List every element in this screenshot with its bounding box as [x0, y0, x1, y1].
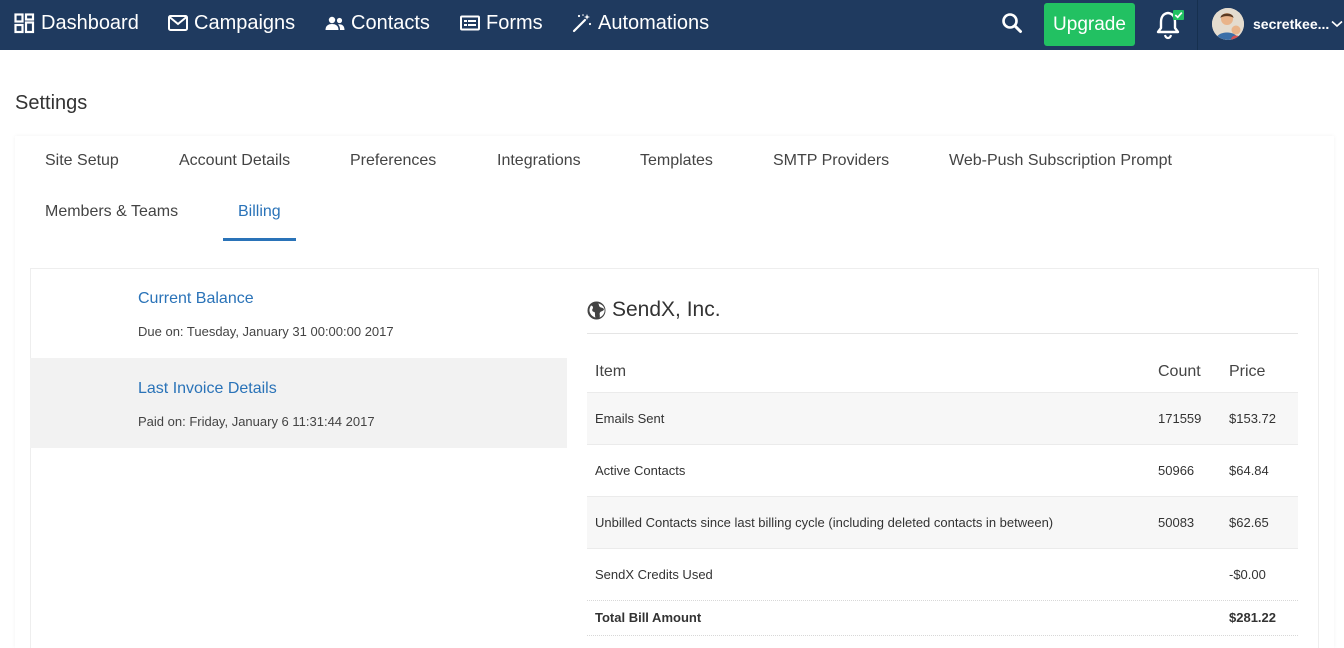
table-row: SendX Credits Used -$0.00 — [587, 549, 1298, 601]
row-count: 50966 — [1158, 463, 1195, 478]
globe-icon — [587, 301, 612, 320]
top-nav: Dashboard Campaigns Contacts Forms Autom… — [0, 0, 1344, 50]
current-balance-title: Current Balance — [138, 290, 254, 307]
tab-web-push-subscription-prompt[interactable]: Web-Push Subscription Prompt — [949, 152, 1172, 170]
tab-preferences[interactable]: Preferences — [350, 152, 436, 170]
table-row: Emails Sent 171559 $153.72 — [587, 393, 1298, 445]
table-row: Unbilled Contacts since last billing cyc… — [587, 497, 1298, 549]
last-invoice-paid-date: Paid on: Friday, January 6 11:31:44 2017 — [138, 414, 375, 429]
magic-wand-icon — [572, 13, 598, 33]
tab-site-setup[interactable]: Site Setup — [45, 152, 119, 170]
notifications-bell-icon[interactable] — [1153, 8, 1187, 42]
upgrade-button[interactable]: Upgrade — [1044, 3, 1135, 46]
nav-dashboard-label: Dashboard — [41, 11, 139, 34]
total-row: Total Bill Amount $281.22 — [587, 601, 1298, 635]
dashboard-icon — [14, 12, 41, 34]
col-header-price: Price — [1229, 363, 1266, 380]
nav-campaigns[interactable]: Campaigns — [168, 0, 295, 46]
row-price: $62.65 — [1229, 515, 1269, 530]
nav-dashboard[interactable]: Dashboard — [14, 0, 139, 46]
people-icon — [325, 15, 351, 31]
col-header-count: Count — [1158, 363, 1201, 380]
row-price: $153.72 — [1229, 411, 1276, 426]
nav-forms[interactable]: Forms — [460, 0, 543, 46]
row-item: Unbilled Contacts since last billing cyc… — [595, 515, 1054, 530]
tab-integrations[interactable]: Integrations — [497, 152, 581, 170]
row-item: Active Contacts — [595, 463, 686, 478]
tab-smtp-providers[interactable]: SMTP Providers — [773, 152, 889, 170]
total-label: Total Bill Amount — [595, 610, 702, 625]
nav-forms-label: Forms — [486, 11, 543, 34]
mail-icon — [168, 15, 194, 31]
form-icon — [460, 15, 486, 31]
username: secretkee... — [1253, 16, 1330, 32]
search-icon[interactable] — [1000, 11, 1024, 35]
side-item-current-balance[interactable]: Current Balance Due on: Tuesday, January… — [30, 268, 567, 358]
user-menu[interactable]: secretkee... — [1212, 6, 1343, 42]
total-bottom-divider — [587, 635, 1298, 636]
company-divider — [587, 333, 1298, 334]
row-count: 50083 — [1158, 515, 1195, 530]
row-item: Emails Sent — [595, 411, 665, 426]
total-price: $281.22 — [1229, 610, 1276, 625]
current-balance-due-date: Due on: Tuesday, January 31 00:00:00 201… — [138, 324, 394, 339]
chevron-down-icon — [1331, 15, 1343, 33]
row-count: 171559 — [1158, 411, 1202, 426]
tab-members-teams[interactable]: Members & Teams — [45, 203, 178, 221]
row-price: -$0.00 — [1229, 567, 1266, 582]
tab-templates[interactable]: Templates — [640, 152, 713, 170]
col-header-item: Item — [595, 363, 627, 380]
row-item: SendX Credits Used — [595, 567, 713, 582]
tab-billing[interactable]: Billing — [238, 203, 281, 221]
nav-contacts[interactable]: Contacts — [325, 0, 430, 46]
page-title: Settings — [15, 92, 88, 114]
nav-automations-label: Automations — [598, 11, 710, 34]
company-name: SendX, Inc. — [612, 298, 721, 321]
tab-account-details[interactable]: Account Details — [179, 152, 290, 170]
nav-contacts-label: Contacts — [351, 11, 430, 34]
avatar — [1212, 8, 1244, 40]
side-item-last-invoice[interactable]: Last Invoice Details Paid on: Friday, Ja… — [30, 358, 567, 448]
nav-automations[interactable]: Automations — [572, 0, 709, 46]
nav-divider — [1197, 0, 1198, 50]
company-heading: SendX, Inc. — [587, 298, 721, 322]
row-price: $64.84 — [1229, 463, 1269, 478]
nav-campaigns-label: Campaigns — [194, 11, 296, 34]
last-invoice-title: Last Invoice Details — [138, 380, 277, 397]
active-tab-indicator — [223, 238, 296, 241]
table-row: Active Contacts 50966 $64.84 — [587, 445, 1298, 497]
